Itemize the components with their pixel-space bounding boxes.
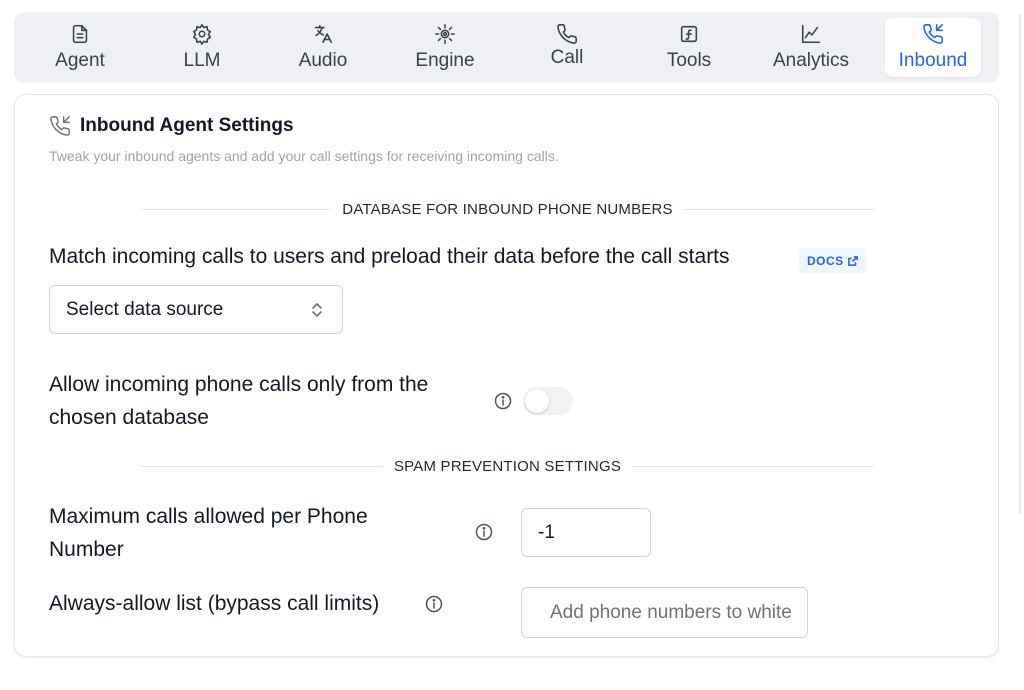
card-subtitle: Tweak your inbound agents and add your c… bbox=[49, 148, 559, 164]
cog-icon bbox=[435, 24, 455, 44]
tab-label: LLM bbox=[183, 50, 221, 71]
max-calls-label-line2: Number bbox=[49, 538, 124, 561]
allow-db-label-line2: chosen database bbox=[49, 406, 209, 429]
section-divider-database: DATABASE FOR INBOUND PHONE NUMBERS bbox=[141, 199, 875, 219]
max-calls-label: Maximum calls allowed per Phone Number bbox=[49, 500, 368, 566]
tab-tools[interactable]: Tools bbox=[641, 18, 737, 77]
select-value: Select data source bbox=[66, 298, 224, 320]
chevron-up-down-icon bbox=[310, 301, 324, 319]
tab-analytics[interactable]: Analytics bbox=[763, 18, 859, 77]
card-title: Inbound Agent Settings bbox=[80, 115, 294, 136]
data-source-select[interactable]: Select data source bbox=[49, 285, 343, 334]
tab-agent[interactable]: Agent bbox=[32, 18, 128, 77]
info-icon[interactable] bbox=[494, 392, 512, 410]
card-header: Inbound Agent Settings bbox=[49, 115, 294, 137]
tab-label: Analytics bbox=[772, 50, 850, 71]
document-icon bbox=[72, 24, 88, 44]
tab-llm[interactable]: LLM bbox=[154, 18, 250, 77]
tab-label: Agent bbox=[55, 50, 105, 71]
tab-label: Engine bbox=[415, 50, 475, 71]
external-link-icon bbox=[847, 255, 858, 266]
info-icon[interactable] bbox=[425, 595, 443, 613]
toggle-knob bbox=[525, 389, 549, 413]
tab-label: Inbound bbox=[898, 50, 968, 71]
match-calls-label: Match incoming calls to users and preloa… bbox=[49, 245, 730, 268]
tab-engine[interactable]: Engine bbox=[397, 18, 493, 77]
docs-label: DOCS bbox=[807, 253, 844, 268]
docs-link[interactable]: DOCS bbox=[799, 248, 866, 273]
tab-audio[interactable]: Audio bbox=[275, 18, 371, 77]
always-allow-input[interactable] bbox=[521, 587, 808, 638]
tab-inbound[interactable]: Inbound bbox=[885, 18, 981, 77]
max-calls-input[interactable] bbox=[521, 508, 651, 557]
section-title-spam: SPAM PREVENTION SETTINGS bbox=[393, 457, 622, 475]
phone-incoming-icon bbox=[50, 116, 70, 136]
chart-line-icon bbox=[801, 24, 821, 44]
info-icon[interactable] bbox=[475, 523, 493, 541]
llm-gear-icon bbox=[192, 24, 212, 45]
phone-incoming-icon bbox=[923, 24, 943, 44]
allow-db-label: Allow incoming phone calls only from the… bbox=[49, 368, 428, 434]
tab-label: Call bbox=[550, 47, 584, 68]
allow-db-toggle[interactable] bbox=[523, 387, 573, 415]
tab-bar: Agent LLM Audio Engine Call Tools Analyt… bbox=[14, 12, 999, 83]
tab-call[interactable]: Call bbox=[519, 18, 615, 77]
max-calls-label-line1: Maximum calls allowed per Phone bbox=[49, 505, 368, 528]
function-icon bbox=[680, 25, 698, 43]
tab-label: Audio bbox=[298, 50, 348, 71]
always-allow-label: Always-allow list (bypass call limits) bbox=[49, 592, 380, 615]
section-title-database: DATABASE FOR INBOUND PHONE NUMBERS bbox=[342, 200, 673, 218]
phone-icon bbox=[557, 24, 577, 44]
panel-divider bbox=[1019, 14, 1021, 514]
tab-label: Tools bbox=[666, 50, 712, 71]
section-divider-spam: SPAM PREVENTION SETTINGS bbox=[141, 456, 874, 476]
inbound-settings-card: Inbound Agent Settings Tweak your inboun… bbox=[14, 94, 999, 657]
allow-db-label-line1: Allow incoming phone calls only from the bbox=[49, 373, 429, 396]
translate-icon bbox=[314, 24, 333, 44]
